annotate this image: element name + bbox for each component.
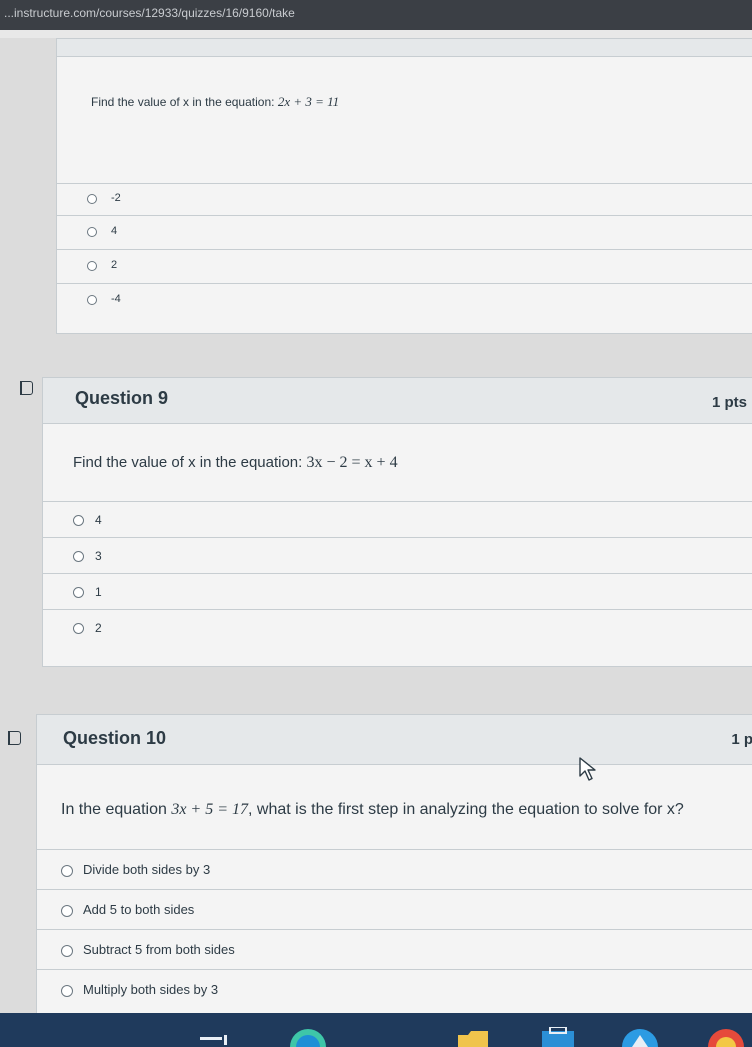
question-8-equation: 2x + 3 = 11 [277, 94, 340, 109]
answer-label: Multiply both sides by 3 [83, 982, 219, 997]
answer-option[interactable]: -4 [57, 283, 752, 319]
taskbar [0, 1013, 752, 1047]
answer-option[interactable]: 3 [43, 537, 752, 573]
question-9-card: Question 9 1 pts Find the value of x in … [42, 377, 752, 667]
answer-label: -4 [111, 293, 121, 305]
radio-icon[interactable] [87, 194, 97, 204]
answer-label: 3 [95, 549, 102, 563]
answer-label: Subtract 5 from both sides [83, 942, 235, 957]
answer-option[interactable]: Divide both sides by 3 [37, 849, 752, 889]
answer-option[interactable]: Multiply both sides by 3 [37, 969, 752, 1015]
answer-label: 1 [95, 585, 102, 599]
answer-label: 4 [95, 513, 102, 527]
answer-option[interactable]: Subtract 5 from both sides [37, 929, 752, 969]
cursor-icon [579, 757, 596, 781]
store-icon[interactable] [538, 1027, 578, 1047]
answer-option[interactable]: 2 [43, 609, 752, 667]
question-9-title: Question 9 [75, 388, 169, 408]
question-9-equation: 3x − 2 = x + 4 [306, 454, 398, 471]
question-10-header: Question 10 1 p [37, 715, 752, 765]
answer-option[interactable]: 1 [43, 573, 752, 609]
radio-icon[interactable] [61, 945, 73, 957]
radio-icon[interactable] [61, 865, 73, 877]
question-10-title: Question 10 [63, 728, 167, 748]
radio-icon[interactable] [87, 261, 97, 271]
edge-browser-icon[interactable] [286, 1025, 330, 1047]
answer-option[interactable]: 2 [57, 249, 752, 283]
chrome-icon[interactable] [704, 1025, 748, 1047]
radio-icon[interactable] [73, 515, 84, 526]
answer-label: Add 5 to both sides [83, 902, 195, 917]
browser-url-bar[interactable]: ...instructure.com/courses/12933/quizzes… [0, 0, 752, 30]
answer-option[interactable]: 4 [43, 501, 752, 537]
question-8-card: Find the value of x in the equation: 2x … [56, 38, 752, 334]
url-text: ...instructure.com/courses/12933/quizzes… [4, 6, 295, 20]
answer-label: Divide both sides by 3 [83, 862, 211, 877]
radio-icon[interactable] [87, 227, 97, 237]
radio-icon[interactable] [73, 551, 84, 562]
question-9-points: 1 pts [711, 394, 747, 411]
question-9-text: Find the value of x in the equation: 3x … [73, 454, 398, 471]
task-view-icon[interactable] [196, 1031, 232, 1047]
flag-icon[interactable] [8, 731, 21, 745]
question-8-text: Find the value of x in the equation: 2x … [91, 94, 340, 109]
question-10-equation: 3x + 5 = 17 [171, 801, 249, 818]
flag-icon[interactable] [20, 381, 33, 395]
app-icon[interactable] [618, 1025, 662, 1047]
answer-label: 2 [95, 621, 102, 635]
radio-icon[interactable] [73, 623, 84, 634]
radio-icon[interactable] [61, 985, 73, 997]
answer-label: 2 [111, 259, 118, 271]
radio-icon[interactable] [87, 295, 97, 305]
answer-option[interactable]: Add 5 to both sides [37, 889, 752, 929]
question-9-header: Question 9 1 pts [43, 378, 752, 424]
answer-option[interactable]: -2 [57, 183, 752, 215]
answer-option[interactable]: 4 [57, 215, 752, 249]
question-10-text: In the equation 3x + 5 = 17, what is the… [61, 801, 684, 818]
question-10-points: 1 p [731, 731, 752, 748]
answer-label: 4 [111, 225, 118, 237]
question-10-card: Question 10 1 p In the equation 3x + 5 =… [36, 714, 752, 1014]
radio-icon[interactable] [73, 587, 84, 598]
toolbar-strip [0, 30, 752, 38]
question-8-header [57, 39, 752, 57]
file-explorer-icon[interactable] [456, 1029, 490, 1047]
answer-label: -2 [111, 192, 121, 204]
radio-icon[interactable] [61, 905, 73, 917]
